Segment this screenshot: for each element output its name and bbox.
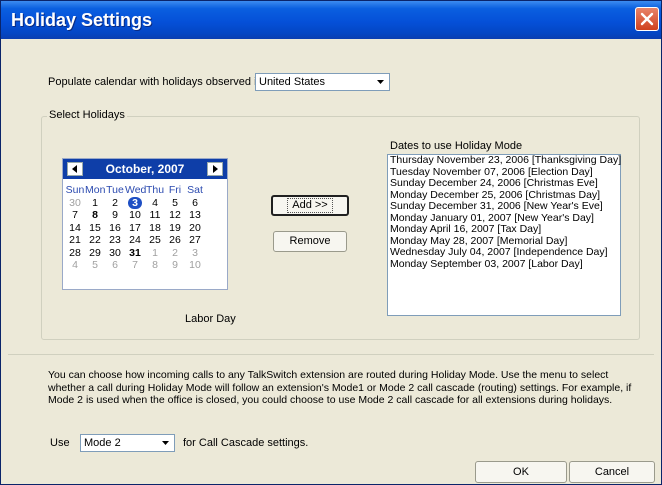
weekday-header-row: Sun Mon Tue Wed Thu Fri Sat	[65, 184, 225, 197]
calendar-day[interactable]: 9	[105, 209, 125, 222]
calendar-day[interactable]: 1	[145, 247, 165, 260]
calendar-week: 30 1 2 3 4 5 6	[65, 196, 225, 210]
calendar-day[interactable]: 16	[105, 222, 125, 235]
calendar-day[interactable]: 3	[185, 247, 205, 260]
weekday-label: Fri	[168, 184, 182, 196]
month-calendar[interactable]: October, 2007 Sun Mon Tue Wed Thu Fri Sa…	[62, 158, 228, 290]
dates-list-title: Dates to use Holiday Mode	[390, 140, 523, 152]
ok-button[interactable]: OK	[475, 461, 567, 483]
add-button-label: Add >>	[287, 198, 333, 213]
populate-label: Populate calendar with holidays observed…	[48, 76, 266, 88]
cancel-button[interactable]: Cancel	[569, 461, 655, 483]
close-icon	[640, 12, 654, 26]
calendar-week: 7 8 9 10 11 12 13	[65, 209, 225, 222]
selected-day-number: 3	[132, 196, 138, 209]
weekday-label: Sun	[65, 184, 85, 196]
calendar-day[interactable]: 17	[125, 222, 145, 235]
calendar-header: October, 2007	[63, 159, 227, 179]
weekday-label: Wed	[125, 184, 147, 196]
calendar-day[interactable]: 29	[85, 247, 105, 260]
weekday-label: Mon	[85, 184, 106, 196]
list-item[interactable]: Monday September 03, 2007 [Labor Day]	[388, 258, 620, 271]
calendar-day[interactable]: 23	[105, 234, 125, 247]
selected-holiday-label: Labor Day	[185, 313, 236, 325]
calendar-day[interactable]: 30	[105, 247, 125, 260]
calendar-month-label: October, 2007	[105, 162, 185, 176]
calendar-week: 28 29 30 31 1 2 3	[65, 247, 225, 260]
country-select[interactable]: United States	[255, 73, 390, 91]
calendar-day[interactable]: 19	[165, 222, 185, 235]
mode-value: Mode 2	[84, 437, 121, 449]
list-item[interactable]: Wednesday July 04, 2007 [Independence Da…	[388, 246, 620, 259]
calendar-day[interactable]: 6	[105, 259, 125, 272]
cascade-suffix-label: for Call Cascade settings.	[183, 437, 309, 449]
calendar-day[interactable]: 7	[65, 209, 85, 222]
holiday-settings-window: Holiday Settings Populate calendar with …	[0, 0, 662, 485]
calendar-week: 14 15 16 17 18 19 20	[65, 222, 225, 235]
weekday-label: Sat	[187, 184, 203, 196]
title-bar: Holiday Settings	[1, 1, 661, 39]
calendar-day[interactable]: 24	[125, 234, 145, 247]
calendar-day-selected[interactable]: 3	[125, 196, 145, 210]
list-item[interactable]: Sunday December 31, 2006 [New Year's Eve…	[388, 200, 620, 213]
mode-select[interactable]: Mode 2	[80, 434, 175, 452]
calendar-day[interactable]: 30	[65, 197, 85, 210]
list-item[interactable]: Monday April 16, 2007 [Tax Day]	[388, 223, 620, 236]
calendar-day[interactable]: 12	[165, 209, 185, 222]
calendar-day[interactable]: 2	[105, 197, 125, 210]
calendar-day[interactable]: 10	[125, 209, 145, 222]
chevron-down-icon	[377, 80, 384, 84]
chevron-down-icon	[162, 441, 169, 445]
calendar-day[interactable]: 5	[165, 197, 185, 210]
weekday-label: Thu	[145, 184, 165, 196]
calendar-day[interactable]: 5	[85, 259, 105, 272]
calendar-week: 4 5 6 7 8 9 10	[65, 259, 225, 272]
calendar-day[interactable]: 14	[65, 222, 85, 235]
calendar-day[interactable]: 20	[185, 222, 205, 235]
right-arrow-icon	[213, 165, 218, 173]
section-divider	[8, 354, 654, 355]
calendar-day[interactable]: 31	[125, 247, 145, 260]
calendar-day[interactable]: 4	[145, 197, 165, 210]
calendar-day[interactable]: 18	[145, 222, 165, 235]
calendar-day[interactable]: 8	[85, 209, 105, 222]
remove-button[interactable]: Remove	[273, 231, 347, 252]
country-value: United States	[259, 76, 326, 88]
calendar-day[interactable]: 10	[185, 259, 205, 272]
calendar-day[interactable]: 4	[65, 259, 85, 272]
use-label: Use	[50, 437, 70, 449]
calendar-grid: Sun Mon Tue Wed Thu Fri Sat 30 1 2 3 4 5…	[65, 184, 225, 272]
next-month-button[interactable]	[207, 162, 223, 176]
calendar-day[interactable]: 2	[165, 247, 185, 260]
select-holidays-legend: Select Holidays	[47, 109, 127, 121]
calendar-day[interactable]: 15	[85, 222, 105, 235]
calendar-week: 21 22 23 24 25 26 27	[65, 234, 225, 247]
close-button[interactable]	[635, 7, 659, 31]
list-item[interactable]: Sunday December 24, 2006 [Christmas Eve]	[388, 177, 620, 190]
calendar-day[interactable]: 9	[165, 259, 185, 272]
calendar-day[interactable]: 6	[185, 197, 205, 210]
add-button[interactable]: Add >>	[271, 195, 349, 216]
calendar-day[interactable]: 25	[145, 234, 165, 247]
window-title: Holiday Settings	[11, 10, 153, 30]
description-text: You can choose how incoming calls to any…	[48, 369, 632, 406]
weekday-label: Tue	[106, 184, 124, 196]
calendar-day[interactable]: 13	[185, 209, 205, 222]
calendar-day[interactable]: 26	[165, 234, 185, 247]
calendar-day[interactable]: 21	[65, 234, 85, 247]
calendar-day[interactable]: 27	[185, 234, 205, 247]
dates-listbox[interactable]: Thursday November 23, 2006 [Thanksgiving…	[387, 154, 621, 316]
calendar-day[interactable]: 22	[85, 234, 105, 247]
calendar-day[interactable]: 11	[145, 209, 165, 222]
calendar-day[interactable]: 1	[85, 197, 105, 210]
calendar-day[interactable]: 8	[145, 259, 165, 272]
calendar-day[interactable]: 28	[65, 247, 85, 260]
calendar-day[interactable]: 7	[125, 259, 145, 272]
list-item[interactable]: Thursday November 23, 2006 [Thanksgiving…	[388, 154, 621, 167]
